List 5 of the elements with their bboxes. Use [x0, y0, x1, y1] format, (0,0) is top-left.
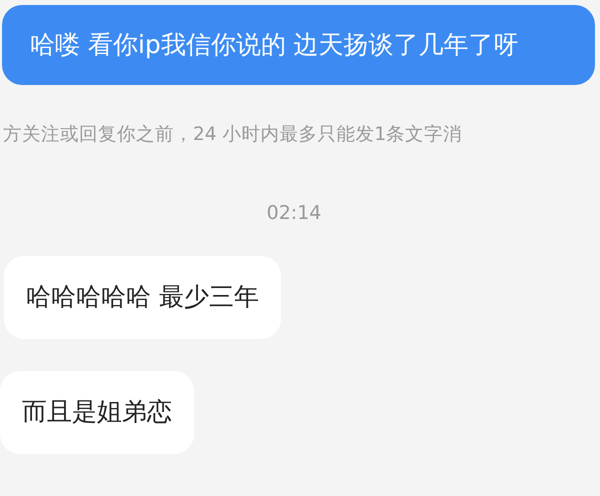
message-bubble: 哈喽 看你ip我信你说的 边天扬谈了几年了呀 — [2, 5, 595, 85]
message-bubble: 而且是姐弟恋 — [0, 371, 194, 454]
notice-text: 方关注或回复你之前，24 小时内最多只能发1条文字消 — [3, 123, 462, 147]
timestamp: 02:14 — [266, 201, 322, 226]
message-bubble: 哈哈哈哈哈 最少三年 — [4, 256, 281, 339]
